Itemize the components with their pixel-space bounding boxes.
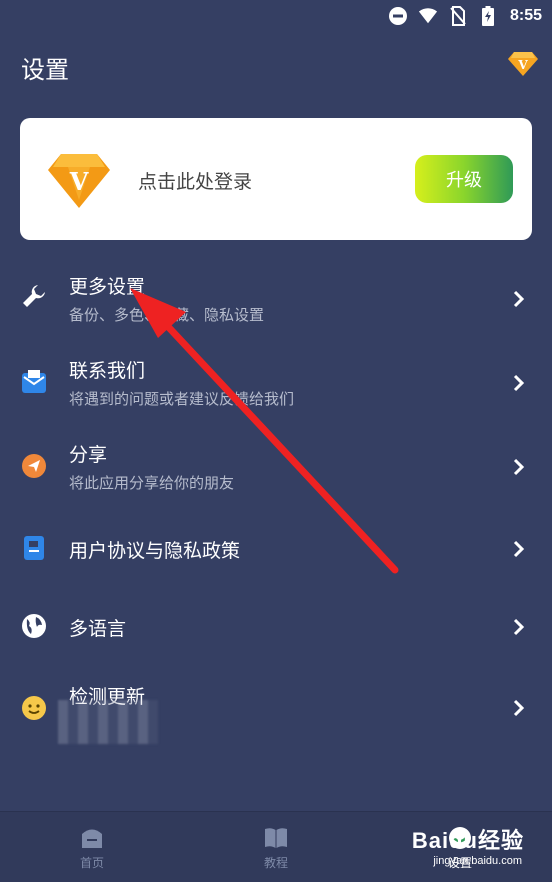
- nav-tab-label: 首页: [79, 856, 104, 870]
- chevron-right-icon: [513, 290, 525, 308]
- share-send-icon: [20, 452, 48, 480]
- home-icon: [82, 829, 102, 848]
- chevron-right-icon: [513, 540, 525, 558]
- menu-item-subtitle: 备份、多色、隐藏、隐私设置: [69, 306, 265, 324]
- menu-item-title: 多语言: [69, 618, 127, 640]
- wifi-icon: [418, 6, 438, 26]
- menu-item-subtitle: 将此应用分享给你的朋友: [69, 474, 235, 492]
- menu-item-user-agreement[interactable]: 用户协议与隐私政策: [0, 516, 552, 600]
- nav-tab-label: 教程: [263, 856, 288, 870]
- upgrade-button[interactable]: 升级: [415, 155, 513, 203]
- nav-tab-tutorial[interactable]: 教程: [216, 822, 336, 878]
- menu-item-contact-us[interactable]: 联系我们 将遇到的问题或者建议反馈给我们: [0, 348, 552, 432]
- status-bar: 8:55: [0, 0, 552, 32]
- chevron-right-icon: [513, 618, 525, 636]
- blurred-version-text: [58, 700, 158, 744]
- smiley-icon: [20, 694, 48, 722]
- chevron-right-icon: [513, 699, 525, 717]
- battery-charging-icon: [478, 6, 498, 26]
- menu-item-title: 更多设置: [69, 276, 146, 298]
- vip-diamond-icon[interactable]: V: [508, 48, 538, 78]
- no-sim-icon: [448, 6, 468, 26]
- login-card[interactable]: V 点击此处登录 升级: [20, 118, 532, 240]
- vip-badge-letter: V: [517, 58, 528, 72]
- menu-item-language[interactable]: 多语言: [0, 596, 552, 680]
- status-icons: 8:55: [388, 5, 542, 27]
- do-not-disturb-icon: [388, 6, 408, 26]
- page-title: 设置: [21, 56, 69, 84]
- menu-item-more-settings[interactable]: 更多设置 备份、多色、隐藏、隐私设置: [0, 264, 552, 348]
- menu-item-title: 联系我们: [69, 360, 146, 382]
- menu-item-title: 分享: [69, 444, 108, 466]
- chevron-right-icon: [513, 458, 525, 476]
- status-time: 8:55: [509, 7, 542, 24]
- menu-item-subtitle: 将遇到的问题或者建议反馈给我们: [69, 390, 295, 408]
- menu-item-share[interactable]: 分享 将此应用分享给你的朋友: [0, 432, 552, 516]
- chevron-right-icon: [513, 374, 525, 392]
- card-badge-letter: V: [69, 167, 89, 196]
- wrench-icon: [20, 282, 48, 310]
- baidu-watermark-url: jingyan.baidu.com: [433, 855, 522, 867]
- mail-icon: [20, 368, 48, 396]
- document-icon: [20, 534, 48, 562]
- login-prompt[interactable]: 点击此处登录: [138, 167, 252, 194]
- book-icon: [265, 828, 287, 848]
- vip-diamond-icon: V: [48, 150, 110, 210]
- nav-tab-home[interactable]: 首页: [32, 822, 152, 878]
- menu-item-title: 用户协议与隐私政策: [69, 540, 241, 562]
- baidu-watermark: Baidu经验: [411, 828, 524, 853]
- globe-icon: [20, 612, 48, 640]
- top-app-bar: 设置 V: [0, 40, 552, 92]
